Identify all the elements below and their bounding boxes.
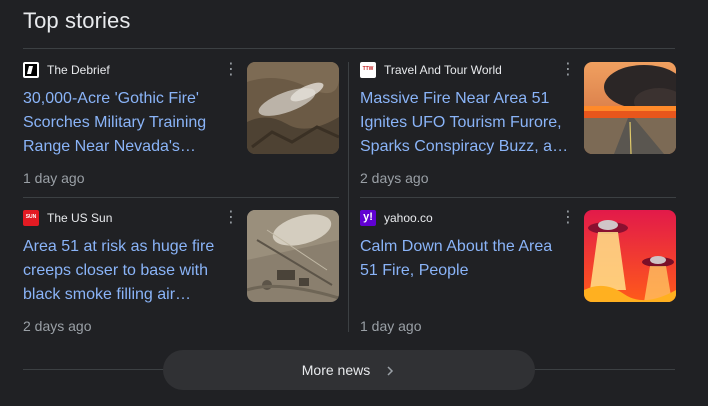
source-name: yahoo.co bbox=[384, 211, 433, 225]
story-thumbnail[interactable] bbox=[584, 62, 676, 154]
divider-row-left bbox=[23, 197, 339, 198]
story-headline[interactable]: Area 51 at risk as huge fire creeps clos… bbox=[23, 235, 233, 307]
story-headline[interactable]: 30,000-Acre 'Gothic Fire' Scorches Milit… bbox=[23, 87, 233, 159]
story-thumbnail[interactable] bbox=[584, 210, 676, 302]
story-card-ussun[interactable]: SUN The US Sun ⋮ Area 51 at risk as huge… bbox=[23, 210, 339, 358]
ussun-logo-icon: SUN bbox=[23, 210, 39, 226]
section-title: Top stories bbox=[23, 8, 131, 33]
more-options-icon[interactable]: ⋮ bbox=[223, 62, 239, 78]
story-source: SUN The US Sun bbox=[23, 210, 112, 226]
story-time: 2 days ago bbox=[23, 318, 92, 334]
story-headline[interactable]: Massive Fire Near Area 51 Ignites UFO To… bbox=[360, 87, 570, 159]
story-time: 2 days ago bbox=[360, 170, 429, 186]
story-thumbnail[interactable] bbox=[247, 210, 339, 302]
source-name: The Debrief bbox=[47, 63, 110, 77]
more-news-label: More news bbox=[301, 362, 371, 378]
story-card-ttw[interactable]: TTW Travel And Tour World ⋮ Massive Fire… bbox=[360, 62, 676, 210]
story-headline[interactable]: Calm Down About the Area 51 Fire, People bbox=[360, 235, 570, 283]
more-news-button[interactable]: More news bbox=[163, 350, 535, 390]
story-card-yahoo[interactable]: y! yahoo.co ⋮ Calm Down About the Area 5… bbox=[360, 210, 676, 358]
story-time: 1 day ago bbox=[360, 318, 422, 334]
more-options-icon[interactable]: ⋮ bbox=[560, 62, 576, 78]
divider-top bbox=[23, 48, 675, 49]
story-source: y! yahoo.co bbox=[360, 210, 433, 226]
story-card-debrief[interactable]: The Debrief ⋮ 30,000-Acre 'Gothic Fire' … bbox=[23, 62, 339, 210]
chevron-right-icon bbox=[384, 364, 396, 376]
story-source: The Debrief bbox=[23, 62, 110, 78]
ttw-logo-icon: TTW bbox=[360, 62, 376, 78]
yahoo-logo-icon: y! bbox=[360, 210, 376, 226]
story-thumbnail[interactable] bbox=[247, 62, 339, 154]
more-options-icon[interactable]: ⋮ bbox=[560, 210, 576, 226]
source-name: The US Sun bbox=[47, 211, 113, 225]
source-name: Travel And Tour World bbox=[384, 63, 502, 77]
story-source: TTW Travel And Tour World bbox=[360, 62, 502, 78]
debrief-logo-icon bbox=[23, 62, 39, 78]
story-time: 1 day ago bbox=[23, 170, 85, 186]
column-divider bbox=[348, 62, 349, 332]
divider-row-right bbox=[360, 197, 676, 198]
more-options-icon[interactable]: ⋮ bbox=[223, 210, 239, 226]
